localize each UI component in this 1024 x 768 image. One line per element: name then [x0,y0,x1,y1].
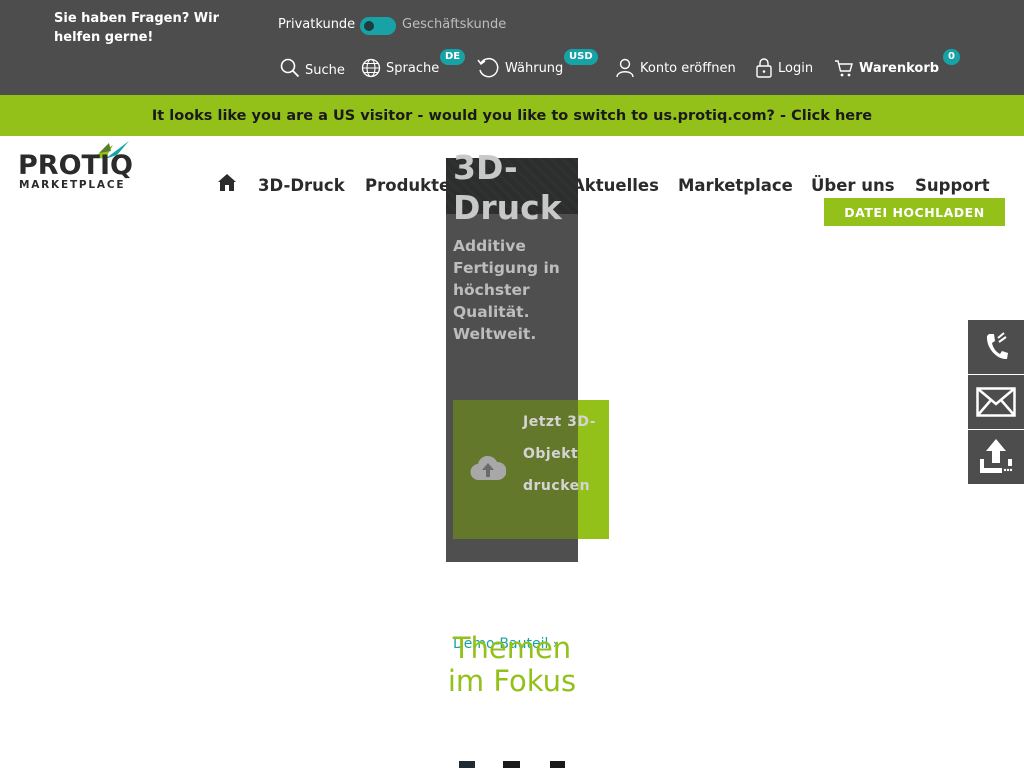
nav-item-aktuelles[interactable]: Aktuelles [572,176,659,195]
lock-icon [756,58,772,78]
cart-icon [835,60,853,77]
language-label: Sprache [386,60,440,76]
search-icon [280,58,300,78]
search-label: Suche [305,62,345,78]
side-upload-button[interactable] [968,430,1024,484]
logo-text: PROTIQ [18,150,133,181]
nav-item-ueber-uns[interactable]: Über uns [811,176,895,195]
cart-button[interactable]: Warenkorb [834,56,939,80]
user-icon [616,58,634,78]
protiq-logo[interactable]: PROTIQ MARKETPLACE [18,141,133,193]
search-button[interactable]: Suche [280,56,345,80]
side-phone-button[interactable] [968,320,1024,374]
refresh-icon [477,57,499,78]
login-button[interactable]: Login [755,56,813,80]
help-text: Sie haben Fragen? Wir helfen gerne! [54,11,219,45]
nav-item-marketplace[interactable]: Marketplace [678,176,793,195]
themes-title: Themen im Fokus [447,631,577,698]
nav-item-support[interactable]: Support [915,176,990,195]
toggle-label-private[interactable]: Privatkunde [278,17,355,32]
us-visitor-banner[interactable]: It looks like you are a US visitor - wou… [0,95,1024,136]
print-button-label: Jetzt 3D-Objekt drucken [523,414,597,494]
theme-thumbnail[interactable] [550,761,565,768]
open-account-label: Konto eröffnen [640,60,736,76]
theme-thumbnail[interactable] [503,761,520,768]
upload-icon [980,439,1014,474]
upload-file-button[interactable]: DATEI HOCHLADEN [824,198,1005,226]
hero-subtitle: Additive Fertigung in höchster Qualität.… [453,237,560,343]
login-label: Login [778,60,814,76]
customer-type-toggle[interactable] [360,17,396,35]
currency-label: Währung [505,60,564,76]
toggle-knob [364,21,374,31]
logo-subtext: MARKETPLACE [19,179,126,191]
open-account-button[interactable]: Konto eröffnen [615,56,736,80]
theme-thumbnail[interactable] [459,761,475,768]
nav-home[interactable] [217,172,237,196]
side-mail-button[interactable] [968,375,1024,429]
globe-icon [361,58,381,78]
language-button[interactable]: Sprache [361,56,439,80]
home-icon [218,174,236,191]
language-badge: DE [440,49,466,65]
phone-icon [986,332,1008,360]
cloud-upload-icon [470,455,506,481]
currency-badge: USD [564,49,598,65]
hero-title: 3D-Druck [453,148,562,227]
currency-button[interactable]: Währung [476,56,563,80]
toggle-label-business[interactable]: Geschäftskunde [402,17,506,32]
nav-item-3d-druck[interactable]: 3D-Druck [258,176,345,195]
top-bar: Sie haben Fragen? Wir helfen gerne! Priv… [0,0,1024,95]
cart-label: Warenkorb [859,60,940,76]
mail-icon [976,387,1016,417]
cart-badge: 0 [943,49,960,65]
